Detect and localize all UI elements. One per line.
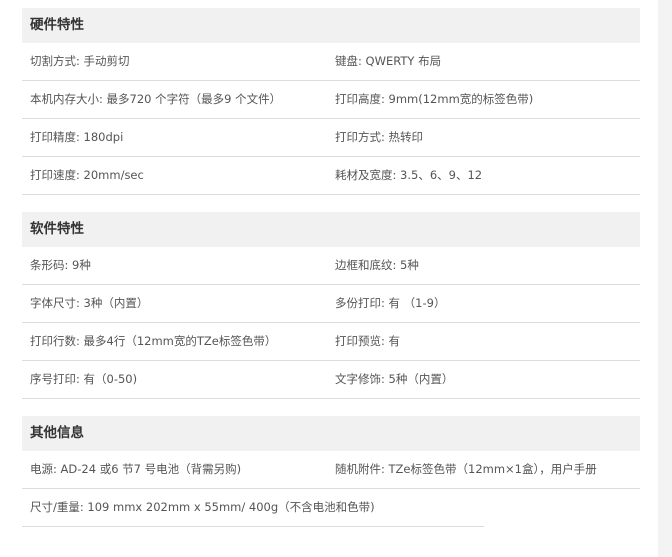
section-title-software: 软件特性 [22, 212, 640, 247]
table-row: 本机内存大小: 最多720 个字符（最多9 个文件） 打印高度: 9mm(12m… [22, 81, 640, 119]
spec-cell: 文字修饰: 5种（内置） [335, 372, 454, 386]
table-row: 打印速度: 20mm/sec 耗材及宽度: 3.5、6、9、12 [22, 157, 640, 195]
table-row: 序号打印: 有（0-50) 文字修饰: 5种（内置） [22, 361, 640, 399]
spec-table: 硬件特性 切割方式: 手动剪切 键盘: QWERTY 布局 本机内存大小: 最多… [22, 8, 640, 527]
spec-cell: 打印速度: 20mm/sec [30, 168, 144, 182]
spec-cell: 打印预览: 有 [335, 334, 401, 348]
spec-cell: 打印行数: 最多4行（12mm宽的TZe标签色带） [30, 334, 277, 348]
divider [22, 526, 484, 527]
section-title-hardware: 硬件特性 [22, 8, 640, 43]
table-row: 打印精度: 180dpi 打印方式: 热转印 [22, 119, 640, 157]
spec-cell: 字体尺寸: 3种（内置） [30, 296, 149, 310]
spec-cell: 序号打印: 有（0-50) [30, 372, 138, 386]
table-row: 字体尺寸: 3种（内置） 多份打印: 有 （1-9） [22, 285, 640, 323]
section-title-other: 其他信息 [22, 416, 640, 451]
spec-cell: 条形码: 9种 [30, 258, 91, 272]
spec-cell: 切割方式: 手动剪切 [30, 54, 130, 68]
table-row: 电源: AD-24 或6 节7 号电池（背需另购) 随机附件: TZe标签色带（… [22, 451, 640, 489]
spec-cell: 打印精度: 180dpi [30, 130, 124, 144]
spec-cell: 打印高度: 9mm(12mm宽的标签色带) [335, 92, 534, 106]
spec-cell: 多份打印: 有 （1-9） [335, 296, 446, 310]
spec-cell: 键盘: QWERTY 布局 [335, 54, 442, 68]
spec-cell: 本机内存大小: 最多720 个字符（最多9 个文件） [30, 92, 282, 106]
table-row: 尺寸/重量: 109 mmx 202mm x 55mm/ 400g（不含电池和色… [22, 489, 640, 526]
spec-cell: 耗材及宽度: 3.5、6、9、12 [335, 168, 483, 182]
scrollbar[interactable] [658, 0, 672, 557]
spec-cell: 边框和底纹: 5种 [335, 258, 419, 272]
table-row: 切割方式: 手动剪切 键盘: QWERTY 布局 [22, 43, 640, 81]
spec-cell: 电源: AD-24 或6 节7 号电池（背需另购) [30, 462, 242, 476]
spec-cell: 打印方式: 热转印 [335, 130, 424, 144]
spec-cell: 尺寸/重量: 109 mmx 202mm x 55mm/ 400g（不含电池和色… [30, 500, 375, 514]
table-row: 打印行数: 最多4行（12mm宽的TZe标签色带） 打印预览: 有 [22, 323, 640, 361]
spec-cell: 随机附件: TZe标签色带（12mm×1盒），用户手册 [335, 462, 597, 476]
table-row: 条形码: 9种 边框和底纹: 5种 [22, 247, 640, 285]
